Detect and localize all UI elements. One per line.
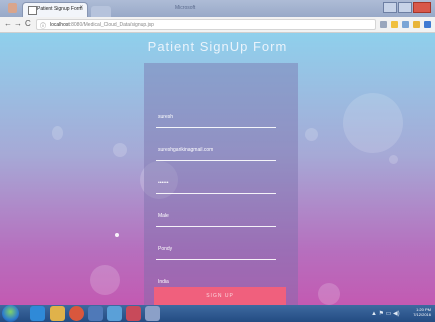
- extension-icons: [380, 21, 431, 28]
- url-input[interactable]: ⓘ localhost:8080/Medical_Cloud_Data/sign…: [36, 19, 376, 30]
- name-value: suresh: [158, 114, 174, 120]
- tab-close-icon[interactable]: ×: [79, 5, 83, 11]
- maximize-button[interactable]: [398, 2, 412, 13]
- clock-date: 7/12/2016: [413, 312, 431, 317]
- extension-blue-icon[interactable]: [424, 21, 431, 28]
- ie-icon[interactable]: [30, 306, 45, 321]
- browser-tab-bar: Patient Signup Form × Microsoft: [0, 0, 435, 17]
- email-field[interactable]: sureshgarikinagmail.com: [156, 142, 276, 161]
- gender-value: Male: [158, 213, 169, 219]
- key-icon[interactable]: [380, 21, 387, 28]
- page-viewport: Patient SignUp Form suresh sureshgarikin…: [0, 33, 435, 305]
- browser-tab[interactable]: Patient Signup Form ×: [22, 2, 88, 17]
- window-caption: Microsoft: [175, 5, 196, 11]
- url-path: :8080/Medical_Cloud_Data/signup.jsp: [69, 22, 154, 28]
- tray-icons[interactable]: ▲ ⚑ ▭ ◀): [371, 310, 400, 317]
- url-text: localhost:8080/Medical_Cloud_Data/signup…: [50, 22, 154, 28]
- back-button[interactable]: ←: [4, 20, 12, 28]
- url-host: localhost: [50, 22, 70, 28]
- close-window-button[interactable]: [413, 2, 431, 13]
- decor-bubble: [113, 143, 127, 157]
- country-value: India: [158, 279, 169, 285]
- signup-form: suresh sureshgarikinagmail.com •••••• Ma…: [144, 63, 298, 305]
- reload-button[interactable]: C: [25, 20, 31, 28]
- signup-button[interactable]: SIGN UP: [154, 287, 286, 305]
- start-button[interactable]: [2, 305, 19, 322]
- city-value: Pondy: [158, 246, 173, 252]
- gender-field[interactable]: Male: [156, 208, 276, 227]
- app-icon[interactable]: [107, 306, 122, 321]
- decor-bubble: [343, 93, 403, 153]
- system-tray: ▲ ⚑ ▭ ◀) 1:20 PM 7/12/2016: [371, 307, 431, 320]
- extension-icon[interactable]: [402, 21, 409, 28]
- app-icon[interactable]: [88, 306, 103, 321]
- chrome-icon[interactable]: [69, 306, 84, 321]
- city-field[interactable]: Pondy: [156, 241, 276, 260]
- minimize-button[interactable]: [383, 2, 397, 13]
- password-value: ••••••: [158, 180, 169, 186]
- taskbar: ▲ ⚑ ▭ ◀) 1:20 PM 7/12/2016: [0, 305, 435, 322]
- decor-bubble: [305, 128, 318, 141]
- decor-dot: [115, 233, 119, 237]
- app-icon[interactable]: [126, 306, 141, 321]
- site-info-icon[interactable]: ⓘ: [40, 21, 46, 30]
- email-value: sureshgarikinagmail.com: [158, 147, 214, 153]
- forward-button[interactable]: →: [14, 20, 22, 28]
- star-icon[interactable]: [391, 21, 398, 28]
- decor-bubble: [90, 265, 120, 295]
- name-field[interactable]: suresh: [156, 109, 276, 128]
- address-bar: ← → C ⓘ localhost:8080/Medical_Cloud_Dat…: [0, 17, 435, 33]
- profile-icon[interactable]: [8, 3, 17, 13]
- explorer-folder-icon[interactable]: [50, 306, 65, 321]
- page-favicon-icon: [28, 6, 37, 15]
- app-icon[interactable]: [145, 306, 160, 321]
- password-field[interactable]: ••••••: [156, 175, 276, 194]
- clock[interactable]: 1:20 PM 7/12/2016: [413, 307, 431, 317]
- tab-title: Patient Signup Form: [37, 6, 83, 12]
- decor-bubble: [389, 155, 398, 164]
- bookmark-icon[interactable]: [413, 21, 420, 28]
- window-controls: [383, 2, 431, 13]
- new-tab-button[interactable]: [91, 6, 111, 17]
- page-title: Patient SignUp Form: [147, 39, 288, 54]
- decor-bubble: [318, 283, 340, 305]
- decor-bubble: [52, 126, 63, 140]
